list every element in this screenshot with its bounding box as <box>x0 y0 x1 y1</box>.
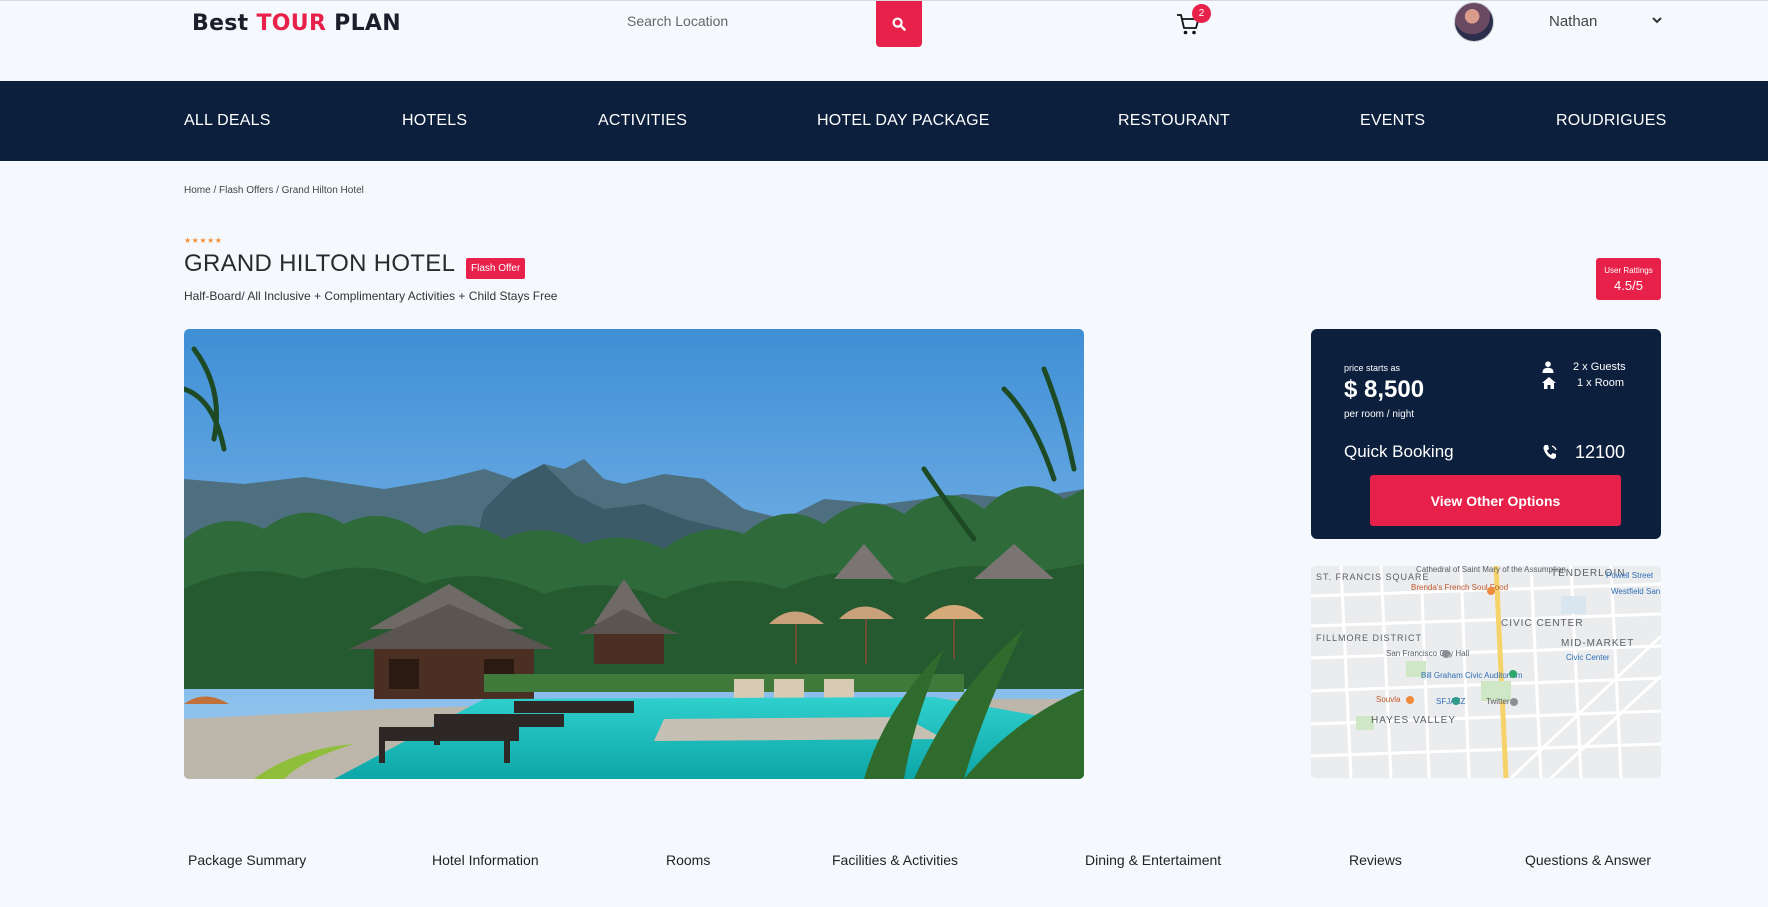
home-icon <box>1542 377 1556 389</box>
user-rating-badge: User Rattings 4.5/5 <box>1596 258 1661 300</box>
map-label: Civic Center <box>1566 653 1610 662</box>
logo-part-2: TOUR <box>256 11 327 36</box>
rating-value: 4.5/5 <box>1614 278 1643 293</box>
map-label: Souvla <box>1376 695 1401 704</box>
map-label: HAYES VALLEY <box>1371 715 1456 726</box>
map-label: SFJAZZ <box>1436 697 1465 706</box>
booking-card: price starts as $ 8,500 per room / night… <box>1311 329 1661 539</box>
tab-package-summary[interactable]: Package Summary <box>188 852 306 868</box>
user-name[interactable]: Nathan <box>1549 13 1597 30</box>
tab-questions-answer[interactable]: Questions & Answer <box>1525 852 1651 868</box>
tab-dining-entertainment[interactable]: Dining & Entertaiment <box>1085 852 1221 868</box>
map-label: Bill Graham Civic Auditorium <box>1421 671 1523 680</box>
breadcrumb[interactable]: Home / Flash Offers / Grand Hilton Hotel <box>184 185 364 196</box>
nav-item-activities[interactable]: ACTIVITIES <box>598 112 687 130</box>
nav-item-all-deals[interactable]: ALL DEALS <box>184 112 271 130</box>
hotel-subtitle: Half-Board/ All Inclusive + Complimentar… <box>184 289 558 303</box>
logo-part-1: Best <box>192 11 257 36</box>
map-label: Westfield San Francisco Centre <box>1611 587 1661 596</box>
map-label: MID-MARKET <box>1561 638 1634 649</box>
user-icon <box>1542 361 1554 373</box>
chevron-down-icon[interactable] <box>1650 13 1664 27</box>
page-title: GRAND HILTON HOTEL <box>184 250 456 277</box>
nav-item-roudrigues[interactable]: ROUDRIGUES <box>1556 112 1666 130</box>
location-map[interactable]: Cathedral of Saint Mary of the Assumptio… <box>1311 566 1661 778</box>
map-label: Powell Street <box>1606 571 1654 580</box>
star-rating: ★★★★★ <box>184 236 223 245</box>
view-other-options-button[interactable]: View Other Options <box>1370 475 1621 526</box>
quick-booking-label: Quick Booking <box>1344 442 1454 461</box>
rating-label: User Rattings <box>1604 266 1653 275</box>
resort-pool-illustration <box>184 329 1084 779</box>
tab-hotel-information[interactable]: Hotel Information <box>432 852 539 868</box>
map-label: CIVIC CENTER <box>1501 618 1584 629</box>
tab-rooms[interactable]: Rooms <box>666 852 710 868</box>
nav-item-events[interactable]: EVENTS <box>1360 112 1425 130</box>
guests-count: 2 x Guests <box>1573 361 1626 373</box>
quick-booking-number[interactable]: 12100 <box>1575 442 1625 463</box>
search-icon <box>892 17 906 31</box>
phone-icon <box>1543 445 1557 459</box>
section-heading-cutoff <box>184 900 334 906</box>
nav-item-hotel-day-package[interactable]: HOTEL DAY PACKAGE <box>817 112 990 130</box>
price-unit: per room / night <box>1344 409 1415 420</box>
cart-count-badge: 2 <box>1192 4 1211 23</box>
rooms-count: 1 x Room <box>1577 377 1625 389</box>
cart-button[interactable]: 2 <box>1175 4 1211 41</box>
tab-facilities-activities[interactable]: Facilities & Activities <box>832 852 958 868</box>
logo-part-3: PLAN <box>326 11 401 36</box>
tab-reviews[interactable]: Reviews <box>1349 852 1402 868</box>
map-label: San Francisco City Hall <box>1386 649 1469 658</box>
price-starts-label: price starts as <box>1344 363 1401 373</box>
main-nav: ALL DEALS HOTELS ACTIVITIES HOTEL DAY PA… <box>0 81 1768 161</box>
map-label: ST. FRANCIS SQUARE <box>1316 572 1430 582</box>
search-button[interactable] <box>876 1 922 47</box>
map-label: Cathedral of Saint Mary of the Assumptio… <box>1416 566 1566 574</box>
flash-offer-badge: Flash Offer <box>466 258 526 279</box>
price-value: $ 8,500 <box>1344 376 1425 403</box>
nav-item-restourant[interactable]: RESTOURANT <box>1118 112 1230 130</box>
nav-item-hotels[interactable]: HOTELS <box>402 112 467 130</box>
search-location-input[interactable] <box>618 5 876 37</box>
brand-logo[interactable]: Best TOUR PLAN <box>192 11 401 36</box>
map-illustration: Cathedral of Saint Mary of the Assumptio… <box>1311 566 1661 778</box>
map-label: FILLMORE DISTRICT <box>1316 633 1422 643</box>
map-label: Twitter <box>1486 697 1510 706</box>
top-header: Best TOUR PLAN 2 Nathan <box>0 0 1768 80</box>
user-avatar[interactable] <box>1454 2 1494 42</box>
hotel-hero-image[interactable] <box>184 329 1084 779</box>
